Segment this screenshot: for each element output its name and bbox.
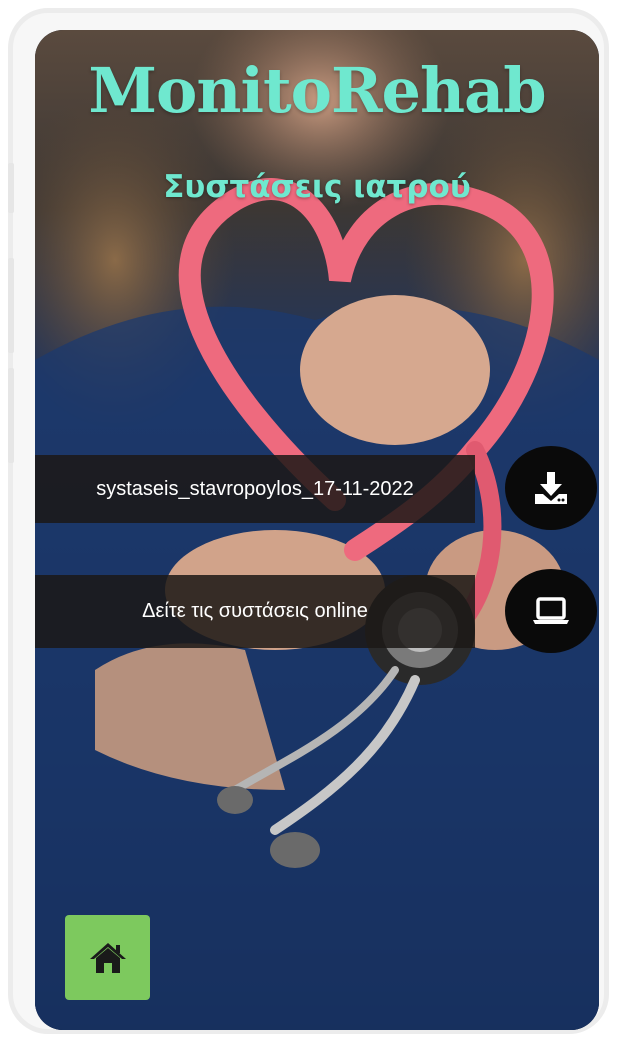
page-subtitle: Συστάσεις ιατρού (163, 169, 471, 205)
download-icon (535, 472, 567, 504)
view-online-label: Δείτε τις συστάσεις online (142, 600, 368, 622)
app-screen: MonitoRehab Συστάσεις ιατρού systaseis_s… (35, 30, 599, 1030)
volume-key (8, 163, 14, 213)
view-online-button[interactable] (505, 569, 597, 653)
download-file-bar[interactable]: systaseis_stavropoylos_17-11-2022 (35, 455, 475, 523)
download-button[interactable] (505, 446, 597, 530)
view-online-bar[interactable]: Δείτε τις συστάσεις online (35, 575, 475, 648)
home-button[interactable] (65, 915, 150, 1000)
home-icon (89, 942, 126, 973)
download-file-label: systaseis_stavropoylos_17-11-2022 (96, 477, 414, 500)
power-key (8, 368, 14, 463)
app-title: MonitoRehab (88, 54, 546, 127)
volume-key (8, 258, 14, 353)
laptop-icon (533, 597, 569, 624)
